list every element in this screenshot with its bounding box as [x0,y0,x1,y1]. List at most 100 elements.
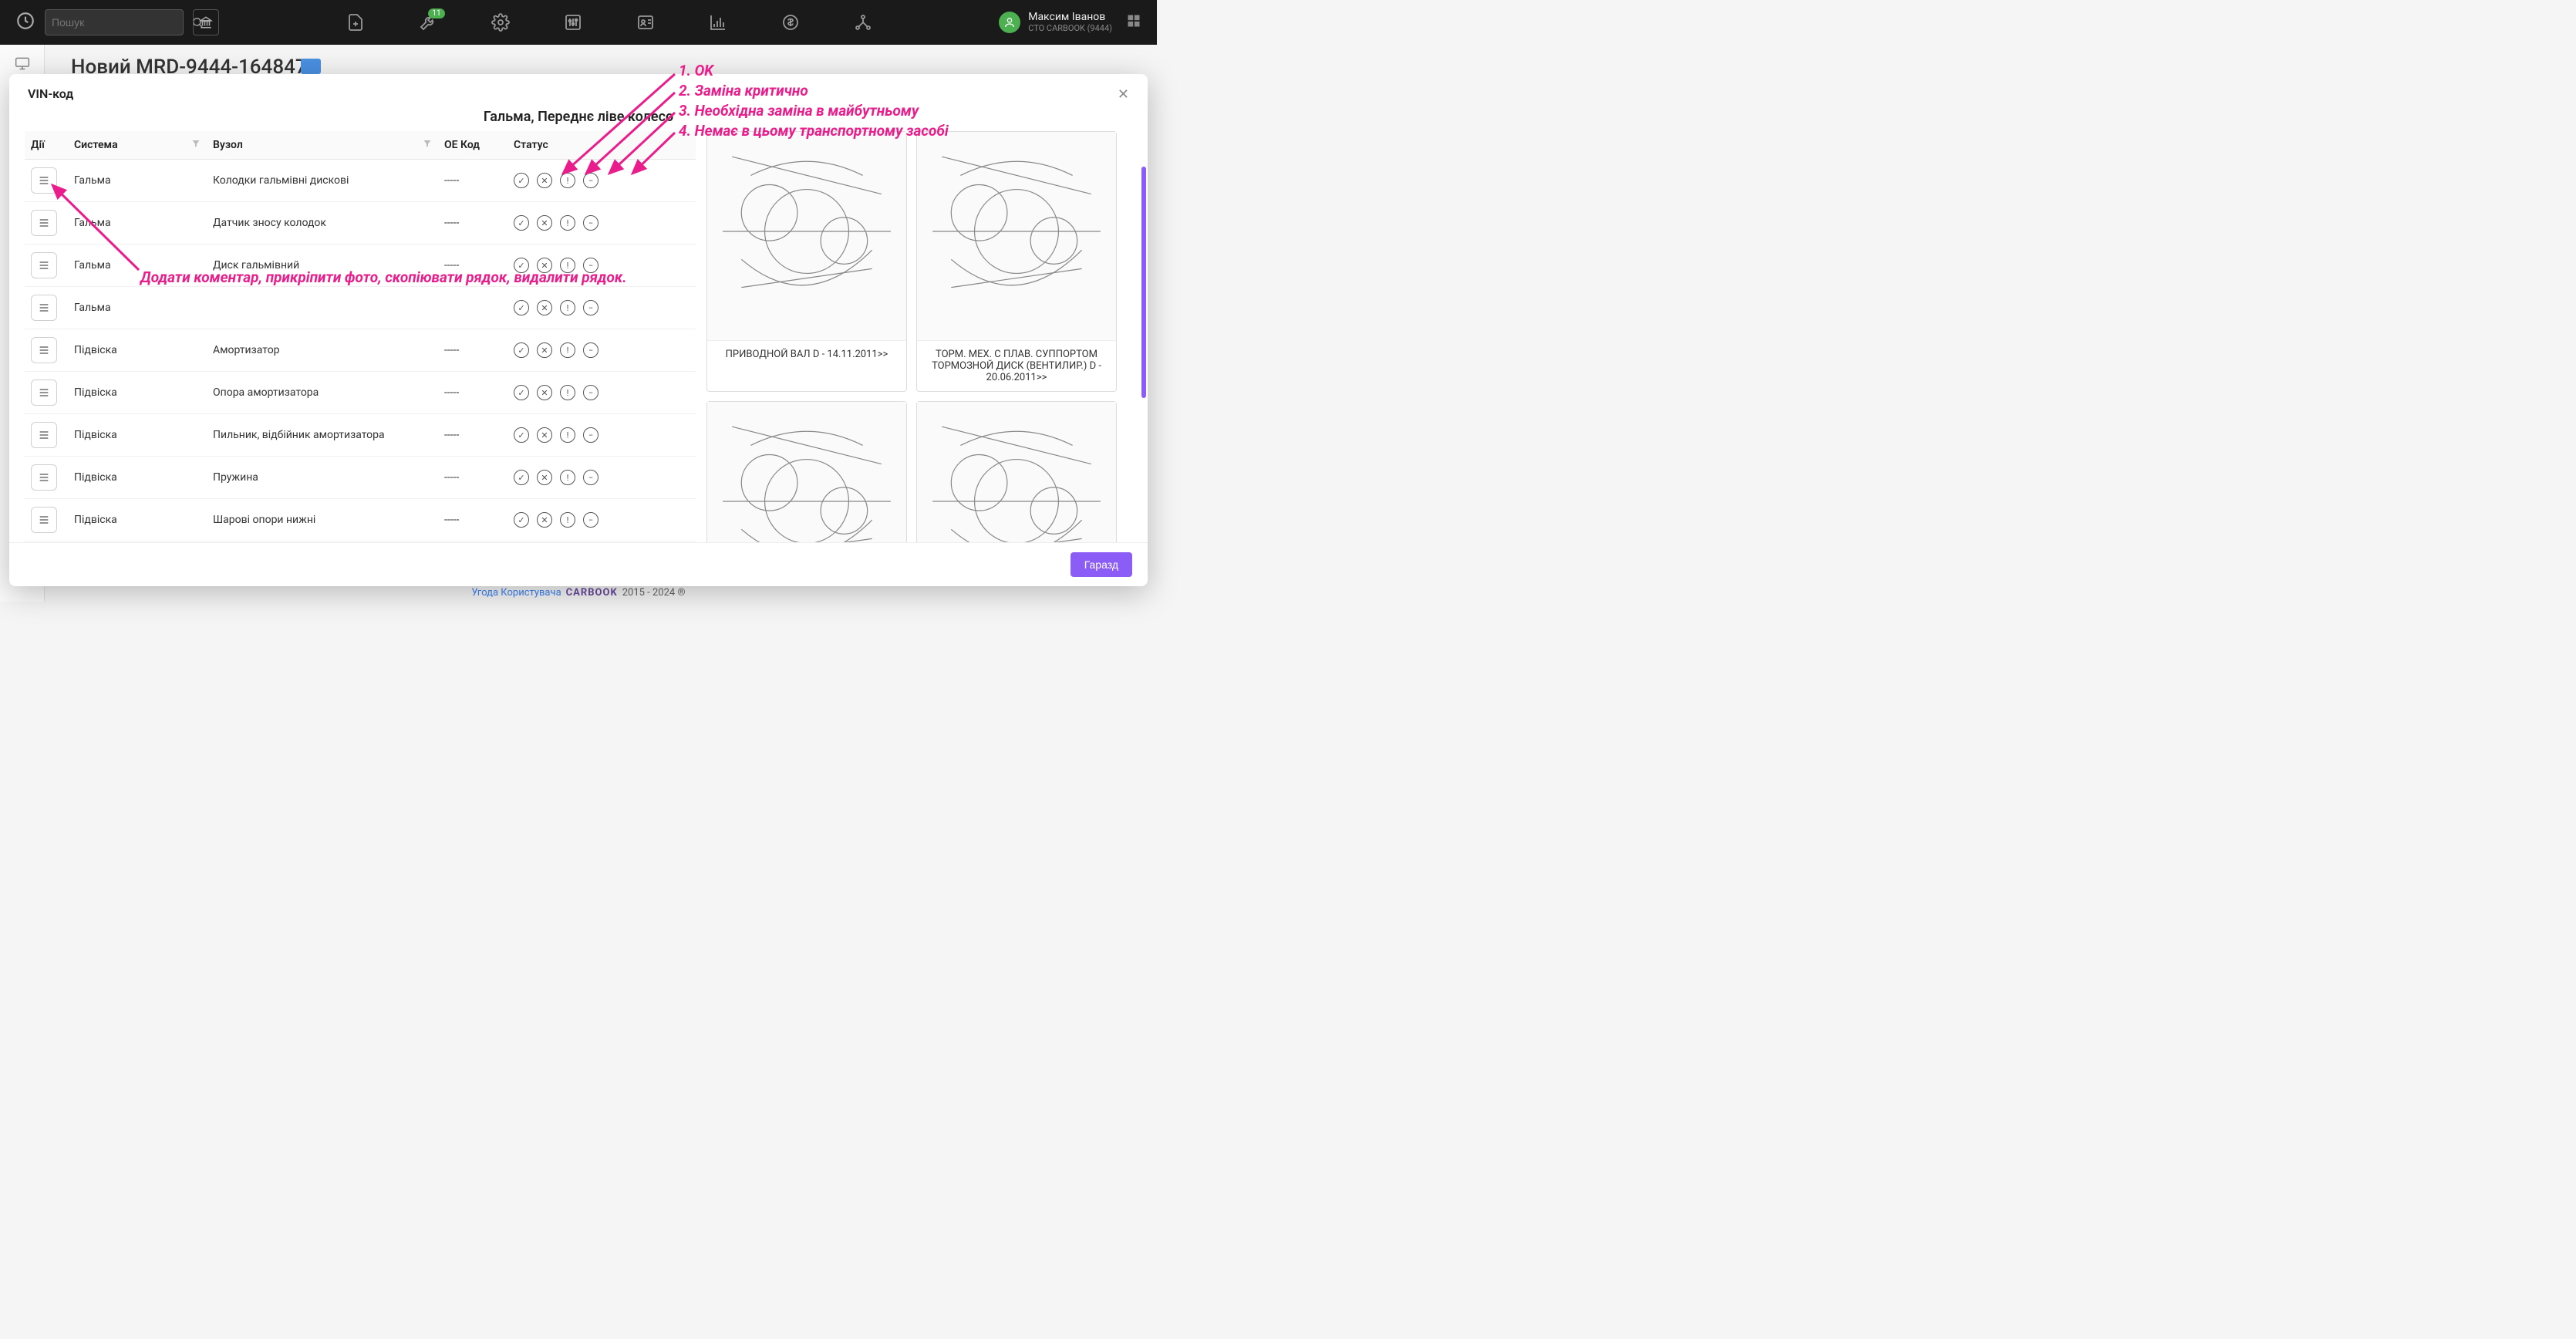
status-ok-icon[interactable]: ✓ [514,385,529,400]
cell-oe: ----- [438,329,507,372]
filter-icon[interactable] [191,139,201,151]
row-menu-button[interactable] [31,295,57,321]
status-warning-icon[interactable]: ! [560,258,575,273]
footer: Угода Користувача CARBOOK 2015 - 2024 ® [471,587,685,599]
status-warning-icon[interactable]: ! [560,215,575,231]
filter-icon[interactable] [423,139,432,151]
footer-years: 2015 - 2024 ® [622,587,686,599]
status-none-icon[interactable]: − [583,470,598,485]
row-menu-button[interactable] [31,252,57,278]
row-menu-button[interactable] [31,167,57,194]
topbar-user[interactable]: Максим Іванов СТО CARBOOK (9444) [999,12,1141,33]
status-none-icon[interactable]: − [583,385,598,400]
search-input[interactable] [52,16,191,29]
status-warning-icon[interactable]: ! [560,512,575,528]
close-icon[interactable]: ✕ [1118,86,1129,103]
new-document-icon[interactable] [346,13,365,32]
cell-system: Підвіска [68,499,207,541]
status-warning-icon[interactable]: ! [560,342,575,358]
gear-icon[interactable] [491,13,510,32]
cell-oe [438,287,507,329]
cell-oe: ----- [438,245,507,287]
cell-assembly: Пильник, відбійник амортизатора [207,414,438,457]
cell-assembly: Датчик зносу колодок [207,202,438,245]
status-critical-icon[interactable]: ✕ [537,427,552,443]
status-warning-icon[interactable]: ! [560,385,575,400]
footer-agreement-link[interactable]: Угода Користувача [471,587,561,599]
status-ok-icon[interactable]: ✓ [514,342,529,358]
col-assembly[interactable]: Вузол [207,131,438,160]
row-menu-button[interactable] [31,507,57,533]
cell-oe: ----- [438,160,507,202]
row-menu-button[interactable] [31,337,57,363]
diagram-card[interactable] [706,401,907,542]
status-none-icon[interactable]: − [583,258,598,273]
diagram-card[interactable]: ПРИВОДНОЙ ВАЛ D - 14.11.2011>> [706,131,907,392]
status-none-icon[interactable]: − [583,342,598,358]
parts-table-container: Дії Система Вузол [25,131,696,542]
cell-system: Підвіска [68,414,207,457]
network-icon[interactable] [854,13,872,32]
user-avatar[interactable] [999,12,1020,33]
contact-icon[interactable] [636,13,655,32]
status-ok-icon[interactable]: ✓ [514,427,529,443]
status-critical-icon[interactable]: ✕ [537,215,552,231]
col-actions: Дії [25,131,68,160]
status-critical-icon[interactable]: ✕ [537,173,552,188]
cell-assembly: Диск гальмівний [207,245,438,287]
status-none-icon[interactable]: − [583,215,598,231]
sliders-icon[interactable] [564,13,582,32]
row-menu-button[interactable] [31,210,57,236]
status-critical-icon[interactable]: ✕ [537,300,552,315]
status-critical-icon[interactable]: ✕ [537,342,552,358]
topbar: 11 Максим Іванов СТО CARBOOK (9444) [0,0,1157,45]
cell-system: Підвіска [68,329,207,372]
cell-system: Підвіска [68,457,207,499]
institution-button[interactable] [193,9,219,35]
cell-system: Гальма [68,245,207,287]
diagram-caption: ПРИВОДНОЙ ВАЛ D - 14.11.2011>> [707,340,906,368]
status-none-icon[interactable]: − [583,300,598,315]
cell-oe: ----- [438,414,507,457]
status-ok-icon[interactable]: ✓ [514,300,529,315]
cell-assembly: Колодки гальмівні дискові [207,160,438,202]
modal-title: VIN-код [28,86,73,101]
row-menu-button[interactable] [31,464,57,491]
status-critical-icon[interactable]: ✕ [537,258,552,273]
table-row: Гальма ✓ ✕ ! − [25,287,696,329]
cell-assembly: Опора амортизатора [207,372,438,414]
search-box[interactable] [45,9,184,35]
status-ok-icon[interactable]: ✓ [514,173,529,188]
status-ok-icon[interactable]: ✓ [514,512,529,528]
diagram-card[interactable]: ТОРМ. МЕХ. С ПЛАВ. СУППОРТОМ ТОРМОЗНОЙ Д… [916,131,1117,392]
status-warning-icon[interactable]: ! [560,173,575,188]
status-critical-icon[interactable]: ✕ [537,385,552,400]
row-menu-button[interactable] [31,422,57,448]
wrench-icon[interactable]: 11 [419,13,437,32]
monitor-icon[interactable] [15,56,30,71]
wrench-badge: 11 [428,8,444,19]
row-menu-button[interactable] [31,379,57,406]
status-critical-icon[interactable]: ✕ [537,470,552,485]
col-system[interactable]: Система [68,131,207,160]
status-none-icon[interactable]: − [583,427,598,443]
apps-grid-icon[interactable] [1126,13,1141,32]
table-row: Гальма Диск гальмівний ----- ✓ ✕ ! − [25,245,696,287]
cell-system: Гальма [68,160,207,202]
status-critical-icon[interactable]: ✕ [537,512,552,528]
status-none-icon[interactable]: − [583,512,598,528]
status-warning-icon[interactable]: ! [560,470,575,485]
diagram-card[interactable] [916,401,1117,542]
diagram-panel: ПРИВОДНОЙ ВАЛ D - 14.11.2011>> ТОРМ. МЕХ… [696,131,1132,542]
status-none-icon[interactable]: − [583,173,598,188]
status-warning-icon[interactable]: ! [560,300,575,315]
status-ok-icon[interactable]: ✓ [514,258,529,273]
status-warning-icon[interactable]: ! [560,427,575,443]
chart-icon[interactable] [709,13,727,32]
ok-button[interactable]: Гаразд [1071,552,1132,577]
app-logo[interactable] [15,11,35,34]
status-ok-icon[interactable]: ✓ [514,215,529,231]
col-oe-code: ОЕ Код [438,131,507,160]
currency-icon[interactable] [781,13,800,32]
status-ok-icon[interactable]: ✓ [514,470,529,485]
